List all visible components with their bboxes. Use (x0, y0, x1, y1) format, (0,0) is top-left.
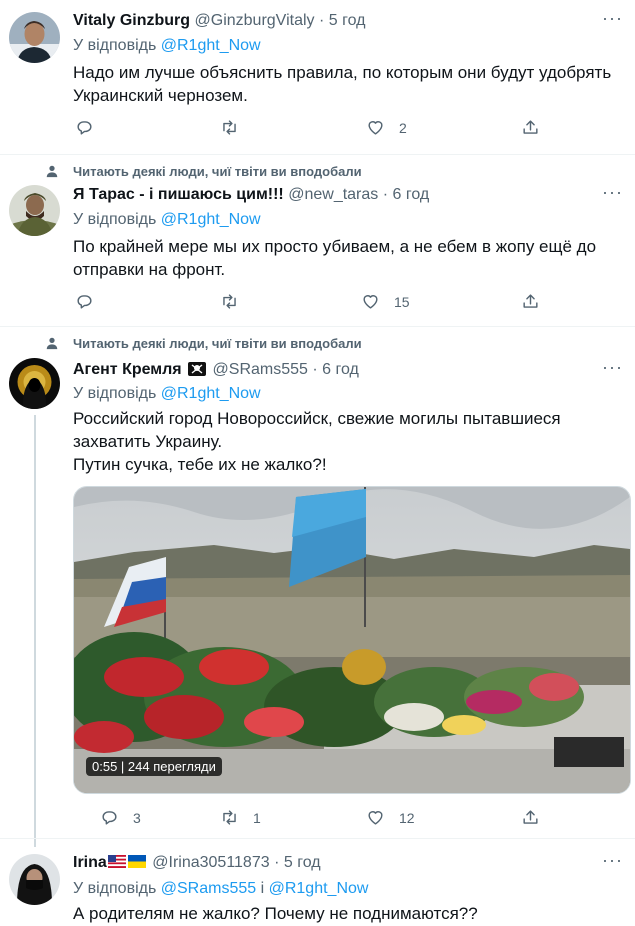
more-icon[interactable]: ··· (602, 850, 623, 871)
tweet-header: Я Тарас - і пишаюсь цим!!! @new_taras · … (73, 186, 429, 204)
author-handle[interactable]: @SRams555 (213, 361, 308, 378)
reply-context: У відповідь @SRams555 і @R1ght_Now (73, 880, 368, 898)
share-button[interactable] (521, 118, 540, 137)
reply-icon (102, 811, 117, 825)
like-button[interactable]: 12 (366, 808, 415, 827)
share-button[interactable] (521, 292, 540, 311)
separator-dot: · (318, 12, 325, 29)
heart-icon (368, 811, 383, 825)
reply-button[interactable] (75, 118, 108, 137)
retweet-icon (223, 810, 236, 825)
reply-icon (77, 121, 92, 135)
tweet-4[interactable]: Irina @Irina30511873 · 5 год ··· У відпо… (0, 839, 635, 926)
separator-dot: · (312, 361, 318, 378)
avatar[interactable] (9, 12, 60, 63)
person-icon (46, 337, 58, 350)
reply-and: і (260, 880, 265, 897)
video-thumbnail (74, 487, 630, 793)
like-count: 15 (394, 293, 410, 310)
reply-button[interactable] (75, 292, 108, 311)
retweet-icon (223, 120, 236, 135)
share-icon (523, 294, 538, 308)
author-name[interactable]: Irina (73, 854, 107, 871)
tweet-1[interactable]: Vitaly Ginzburg @GinzburgVitaly · 5 год … (0, 0, 635, 154)
timestamp[interactable]: 6 год (322, 361, 359, 378)
separator-dot: · (274, 854, 280, 871)
heart-icon (368, 121, 383, 135)
separator-dot: · (382, 186, 389, 203)
timestamp[interactable]: 5 год (329, 12, 366, 29)
avatar[interactable] (9, 854, 60, 905)
heart-icon (363, 295, 378, 309)
author-name[interactable]: Я Тарас - і пишаюсь цим!!! (73, 186, 284, 203)
share-icon (523, 120, 538, 134)
reply-context: У відповідь @R1ght_Now (73, 211, 261, 229)
reply-prefix: У відповідь (73, 211, 157, 228)
reply-context: У відповідь @R1ght_Now (73, 385, 261, 403)
author-name[interactable]: Vitaly Ginzburg (73, 12, 190, 29)
pirate-flag-icon (188, 361, 207, 376)
retweet-icon (223, 294, 236, 309)
retweet-button[interactable]: 1 (220, 808, 261, 827)
retweet-count: 1 (253, 809, 261, 826)
tweet-2[interactable]: Читають деякі люди, чиї твіти ви вподоба… (0, 155, 635, 325)
reply-to-link[interactable]: @R1ght_Now (161, 211, 261, 228)
social-context: Читають деякі люди, чиї твіти ви вподоба… (73, 164, 362, 179)
avatar[interactable] (9, 358, 60, 409)
retweet-button[interactable] (220, 118, 253, 137)
tweet-header: Irina @Irina30511873 · 5 год (73, 854, 321, 872)
share-button[interactable] (521, 808, 540, 827)
timestamp[interactable]: 6 год (393, 186, 430, 203)
share-icon (523, 810, 538, 824)
us-flag-icon (107, 855, 126, 869)
timestamp[interactable]: 5 год (284, 854, 321, 871)
video-player[interactable] (73, 486, 631, 794)
reply-to-link-2[interactable]: @R1ght_Now (269, 880, 369, 897)
thread-line (34, 415, 36, 847)
tweet-text: А родителям не жалко? Почему не поднимаю… (73, 904, 478, 923)
author-handle[interactable]: @new_taras (288, 186, 378, 203)
like-button[interactable]: 2 (366, 118, 407, 137)
more-icon[interactable]: ··· (602, 182, 623, 203)
like-count: 12 (399, 809, 415, 826)
author-name[interactable]: Агент Кремля (73, 361, 182, 378)
reply-count: 3 (133, 809, 141, 826)
reply-prefix: У відповідь (73, 385, 157, 402)
reply-context: У відповідь @R1ght_Now (73, 37, 261, 55)
like-button[interactable]: 15 (361, 292, 410, 311)
reply-to-link[interactable]: @R1ght_Now (161, 37, 261, 54)
person-icon (46, 165, 58, 178)
like-count: 2 (399, 119, 407, 136)
reply-button[interactable]: 3 (100, 808, 141, 827)
tweet-header: Агент Кремля @SRams555 · 6 год (73, 361, 359, 379)
retweet-button[interactable] (220, 292, 253, 311)
reply-to-link[interactable]: @SRams555 (161, 880, 256, 897)
tweet-text: По крайней мере мы их просто убиваем, а … (73, 237, 597, 279)
tweet-header: Vitaly Ginzburg @GinzburgVitaly · 5 год (73, 12, 365, 30)
author-handle[interactable]: @Irina30511873 (152, 854, 269, 871)
reply-prefix: У відповідь (73, 37, 157, 54)
ukraine-flag-icon (127, 855, 146, 869)
reply-prefix: У відповідь (73, 880, 157, 897)
tweet-text: Надо им лучше объяснить правила, по кото… (73, 63, 612, 105)
avatar[interactable] (9, 185, 60, 236)
more-icon[interactable]: ··· (602, 8, 623, 29)
video-badge: 0:55 | 244 перегляди (86, 757, 222, 776)
reply-icon (77, 295, 92, 309)
social-context: Читають деякі люди, чиї твіти ви вподоба… (73, 336, 362, 351)
reply-to-link[interactable]: @R1ght_Now (161, 385, 261, 402)
tweet-text: Российский город Новороссийск, свежие мо… (73, 409, 561, 474)
more-icon[interactable]: ··· (602, 357, 623, 378)
author-handle[interactable]: @GinzburgVitaly (195, 12, 315, 29)
